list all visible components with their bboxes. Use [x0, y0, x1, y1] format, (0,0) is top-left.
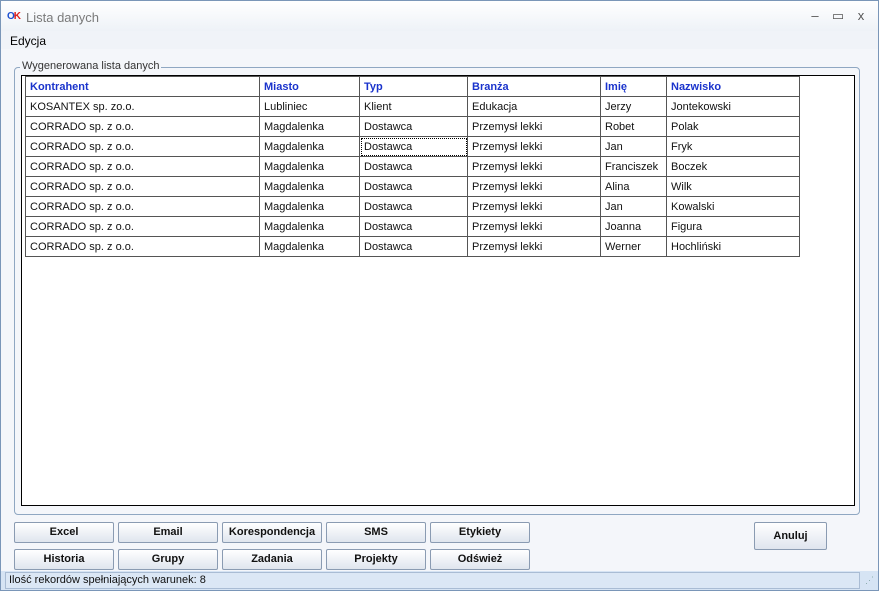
table-row[interactable]: CORRADO sp. z o.o. Magdalenka Dostawca Prze… [25, 236, 800, 257]
cell-imie[interactable]: Franciszek [600, 156, 667, 177]
cell-nazwisko[interactable]: Jontekowski [666, 96, 800, 117]
cell-nazwisko[interactable]: Figura [666, 216, 800, 237]
grupy-button[interactable]: Grupy [118, 549, 218, 570]
anuluj-button[interactable]: Anuluj [754, 522, 827, 550]
cell-miasto[interactable]: Magdalenka [259, 236, 360, 257]
odswiez-button[interactable]: Odśwież [430, 549, 530, 570]
column-header-typ[interactable]: Typ [359, 76, 468, 97]
cell-kontrahent[interactable]: KOSANTEX sp. zo.o. [25, 96, 260, 117]
cell-kontrahent[interactable]: CORRADO sp. z o.o. [25, 136, 260, 157]
projekty-button[interactable]: Projekty [326, 549, 426, 570]
column-header-miasto[interactable]: Miasto [259, 76, 360, 97]
cell-typ[interactable]: Dostawca [359, 156, 468, 177]
korespondencja-button[interactable]: Korespondencja [222, 522, 322, 543]
cell-kontrahent[interactable]: CORRADO sp. z o.o. [25, 176, 260, 197]
cell-branza[interactable]: Przemysł lekki [467, 216, 601, 237]
cell-typ[interactable]: Dostawca [359, 216, 468, 237]
table-row[interactable]: CORRADO sp. z o.o. Magdalenka Dostawca Prze… [25, 176, 800, 197]
cell-nazwisko[interactable]: Polak [666, 116, 800, 137]
etykiety-button[interactable]: Etykiety [430, 522, 530, 543]
cell-typ[interactable]: Dostawca [359, 236, 468, 257]
table-row[interactable]: KOSANTEX sp. zo.o. Lubliniec Klient Edukacj… [25, 96, 800, 117]
cell-typ[interactable]: Dostawca [359, 176, 468, 197]
cell-imie[interactable]: Jerzy [600, 96, 667, 117]
cell-imie[interactable]: Werner [600, 236, 667, 257]
menu-bar: Edycja [1, 31, 878, 49]
historia-button[interactable]: Historia [14, 549, 114, 570]
cell-branza[interactable]: Przemysł lekki [467, 136, 601, 157]
minimize-button[interactable]: – [806, 7, 824, 25]
cell-imie[interactable]: Robet [600, 116, 667, 137]
cell-imie[interactable]: Joanna [600, 216, 667, 237]
data-table: Kontrahent Miasto Typ Branża Imię Nazwis… [25, 76, 800, 257]
cell-nazwisko[interactable]: Kowalski [666, 196, 800, 217]
cell-branza[interactable]: Przemysł lekki [467, 196, 601, 217]
cell-nazwisko[interactable]: Hochliński [666, 236, 800, 257]
cell-miasto[interactable]: Magdalenka [259, 216, 360, 237]
cell-miasto[interactable]: Magdalenka [259, 136, 360, 157]
title-bar: OK Lista danych – ▭ x [1, 1, 878, 31]
cell-imie[interactable]: Jan [600, 196, 667, 217]
table-row[interactable]: CORRADO sp. z o.o. Magdalenka Dostawca Prze… [25, 116, 800, 137]
resize-grip-icon[interactable]: ⋰ [865, 575, 874, 586]
cell-typ[interactable]: Dostawca [359, 136, 468, 157]
column-header-kontrahent[interactable]: Kontrahent [25, 76, 260, 97]
cell-branza[interactable]: Przemysł lekki [467, 236, 601, 257]
cell-kontrahent[interactable]: CORRADO sp. z o.o. [25, 216, 260, 237]
cell-kontrahent[interactable]: CORRADO sp. z o.o. [25, 196, 260, 217]
cell-kontrahent[interactable]: CORRADO sp. z o.o. [25, 236, 260, 257]
app-logo-icon: OK [7, 11, 21, 22]
cell-nazwisko[interactable]: Fryk [666, 136, 800, 157]
cell-typ[interactable]: Klient [359, 96, 468, 117]
cell-imie[interactable]: Alina [600, 176, 667, 197]
cell-miasto[interactable]: Magdalenka [259, 176, 360, 197]
cell-nazwisko[interactable]: Boczek [666, 156, 800, 177]
cell-kontrahent[interactable]: CORRADO sp. z o.o. [25, 116, 260, 137]
window-title: Lista danych [26, 10, 99, 25]
cell-miasto[interactable]: Magdalenka [259, 116, 360, 137]
group-legend: Wygenerowana lista danych [20, 60, 162, 72]
cell-kontrahent[interactable]: CORRADO sp. z o.o. [25, 156, 260, 177]
menu-edycja[interactable]: Edycja [10, 34, 46, 48]
status-text: Ilość rekordów spełniających warunek: 8 [5, 572, 860, 589]
cell-miasto[interactable]: Magdalenka [259, 156, 360, 177]
cell-branza[interactable]: Przemysł lekki [467, 156, 601, 177]
column-header-imie[interactable]: Imię [600, 76, 667, 97]
cell-branza[interactable]: Edukacja [467, 96, 601, 117]
table-header-row: Kontrahent Miasto Typ Branża Imię Nazwis… [25, 76, 800, 97]
column-header-branza[interactable]: Branża [467, 76, 601, 97]
column-header-nazwisko[interactable]: Nazwisko [666, 76, 800, 97]
cell-miasto[interactable]: Lubliniec [259, 96, 360, 117]
cell-nazwisko[interactable]: Wilk [666, 176, 800, 197]
cell-branza[interactable]: Przemysł lekki [467, 176, 601, 197]
table-row[interactable]: CORRADO sp. z o.o. Magdalenka Dostawca Prze… [25, 216, 800, 237]
window: OK Lista danych – ▭ x Edycja Wygenerowan… [0, 0, 879, 591]
cell-typ[interactable]: Dostawca [359, 116, 468, 137]
table-row[interactable]: CORRADO sp. z o.o. Magdalenka Dostawca Prze… [25, 156, 800, 177]
maximize-button[interactable]: ▭ [829, 7, 847, 25]
sms-button[interactable]: SMS [326, 522, 426, 543]
table-row[interactable]: CORRADO sp. z o.o. Magdalenka Dostawca Prze… [25, 196, 800, 217]
cell-imie[interactable]: Jan [600, 136, 667, 157]
email-button[interactable]: Email [118, 522, 218, 543]
cell-branza[interactable]: Przemysł lekki [467, 116, 601, 137]
table-row[interactable]: CORRADO sp. z o.o. Magdalenka Dostawca Prze… [25, 136, 800, 157]
close-button[interactable]: x [852, 7, 870, 25]
excel-button[interactable]: Excel [14, 522, 114, 543]
zadania-button[interactable]: Zadania [222, 549, 322, 570]
cell-miasto[interactable]: Magdalenka [259, 196, 360, 217]
data-grid[interactable]: Kontrahent Miasto Typ Branża Imię Nazwis… [21, 75, 855, 506]
cell-typ[interactable]: Dostawca [359, 196, 468, 217]
